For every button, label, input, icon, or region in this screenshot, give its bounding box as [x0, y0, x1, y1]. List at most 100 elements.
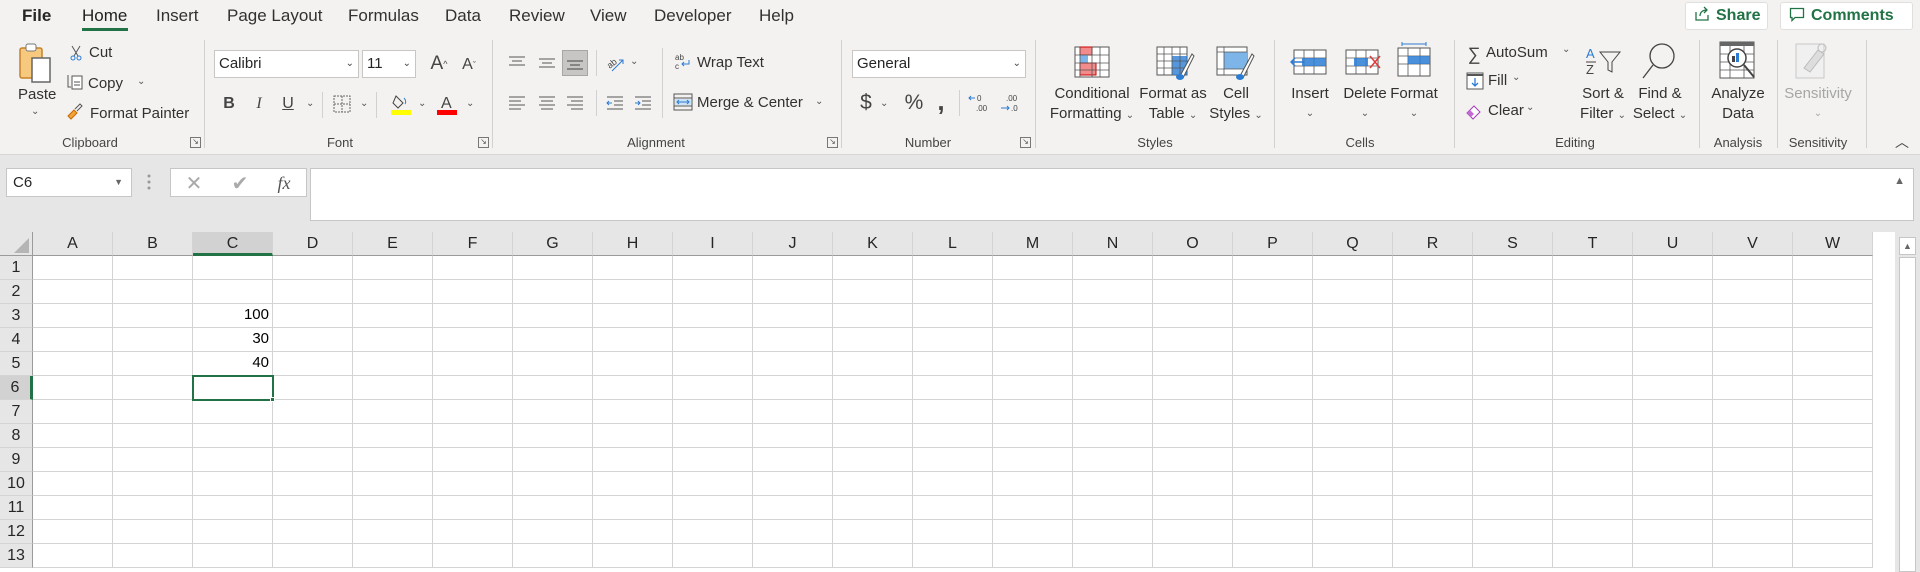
- cell-w2[interactable]: [1793, 280, 1873, 304]
- cell-k12[interactable]: [833, 520, 913, 544]
- cell-g3[interactable]: [513, 304, 593, 328]
- cell-g7[interactable]: [513, 400, 593, 424]
- cell-d13[interactable]: [273, 544, 353, 568]
- cell-f5[interactable]: [433, 352, 513, 376]
- cell-q11[interactable]: [1313, 496, 1393, 520]
- tab-file[interactable]: File: [22, 5, 51, 27]
- column-header-f[interactable]: F: [433, 232, 513, 256]
- cell-g9[interactable]: [513, 448, 593, 472]
- merge-center-dropdown-chevron[interactable]: ⌄: [815, 96, 823, 107]
- column-header-u[interactable]: U: [1633, 232, 1713, 256]
- cell-p13[interactable]: [1233, 544, 1313, 568]
- cell-a8[interactable]: [33, 424, 113, 448]
- column-header-b[interactable]: B: [113, 232, 193, 256]
- cell-e12[interactable]: [353, 520, 433, 544]
- cell-c11[interactable]: [193, 496, 273, 520]
- cell-n10[interactable]: [1073, 472, 1153, 496]
- cell-b5[interactable]: [113, 352, 193, 376]
- cell-q3[interactable]: [1313, 304, 1393, 328]
- cell-s8[interactable]: [1473, 424, 1553, 448]
- font-name-combo[interactable]: Calibri ⌄: [214, 50, 359, 78]
- italic-button[interactable]: I: [250, 92, 268, 116]
- column-header-r[interactable]: R: [1393, 232, 1473, 256]
- cell-t8[interactable]: [1553, 424, 1633, 448]
- cell-t6[interactable]: [1553, 376, 1633, 400]
- cell-q10[interactable]: [1313, 472, 1393, 496]
- cell-d3[interactable]: [273, 304, 353, 328]
- cell-e5[interactable]: [353, 352, 433, 376]
- cell-t11[interactable]: [1553, 496, 1633, 520]
- tab-developer[interactable]: Developer: [654, 5, 732, 27]
- clear-dropdown-chevron[interactable]: ⌄: [1526, 102, 1534, 113]
- cell-l13[interactable]: [913, 544, 993, 568]
- cell-s3[interactable]: [1473, 304, 1553, 328]
- fill-handle[interactable]: [270, 397, 275, 402]
- wrap-text-button[interactable]: Wrap Text: [697, 54, 764, 71]
- cell-j6[interactable]: [753, 376, 833, 400]
- cell-l1[interactable]: [913, 256, 993, 280]
- cell-h4[interactable]: [593, 328, 673, 352]
- cell-a4[interactable]: [33, 328, 113, 352]
- cell-k13[interactable]: [833, 544, 913, 568]
- cell-q5[interactable]: [1313, 352, 1393, 376]
- cell-w8[interactable]: [1793, 424, 1873, 448]
- cell-t7[interactable]: [1553, 400, 1633, 424]
- column-header-g[interactable]: G: [513, 232, 593, 256]
- fill-dropdown-chevron[interactable]: ⌄: [1512, 72, 1520, 83]
- cell-s7[interactable]: [1473, 400, 1553, 424]
- cell-l11[interactable]: [913, 496, 993, 520]
- font-color-icon[interactable]: A: [436, 92, 458, 116]
- cell-n11[interactable]: [1073, 496, 1153, 520]
- cell-m6[interactable]: [993, 376, 1073, 400]
- cell-b12[interactable]: [113, 520, 193, 544]
- comments-button[interactable]: Comments: [1780, 2, 1913, 30]
- cell-m9[interactable]: [993, 448, 1073, 472]
- cell-r9[interactable]: [1393, 448, 1473, 472]
- cell-s6[interactable]: [1473, 376, 1553, 400]
- cell-o4[interactable]: [1153, 328, 1233, 352]
- cell-p10[interactable]: [1233, 472, 1313, 496]
- cell-o10[interactable]: [1153, 472, 1233, 496]
- cell-t12[interactable]: [1553, 520, 1633, 544]
- cell-o11[interactable]: [1153, 496, 1233, 520]
- cell-n5[interactable]: [1073, 352, 1153, 376]
- cell-w6[interactable]: [1793, 376, 1873, 400]
- cell-e7[interactable]: [353, 400, 433, 424]
- cell-i11[interactable]: [673, 496, 753, 520]
- cell-h8[interactable]: [593, 424, 673, 448]
- cell-m2[interactable]: [993, 280, 1073, 304]
- cell-e13[interactable]: [353, 544, 433, 568]
- cell-r12[interactable]: [1393, 520, 1473, 544]
- cell-m5[interactable]: [993, 352, 1073, 376]
- number-format-combo[interactable]: General ⌄: [852, 50, 1026, 78]
- cell-j10[interactable]: [753, 472, 833, 496]
- cell-j13[interactable]: [753, 544, 833, 568]
- cell-f7[interactable]: [433, 400, 513, 424]
- row-header-13[interactable]: 13: [0, 544, 33, 568]
- cell-v12[interactable]: [1713, 520, 1793, 544]
- cell-v2[interactable]: [1713, 280, 1793, 304]
- cell-s2[interactable]: [1473, 280, 1553, 304]
- cell-p5[interactable]: [1233, 352, 1313, 376]
- fill-color-icon[interactable]: [390, 92, 412, 116]
- row-header-2[interactable]: 2: [0, 280, 33, 304]
- middle-align-icon[interactable]: [534, 50, 560, 76]
- cell-k5[interactable]: [833, 352, 913, 376]
- cell-c12[interactable]: [193, 520, 273, 544]
- cell-l8[interactable]: [913, 424, 993, 448]
- cell-k4[interactable]: [833, 328, 913, 352]
- cell-w10[interactable]: [1793, 472, 1873, 496]
- row-header-6[interactable]: 6: [0, 376, 33, 400]
- cell-h5[interactable]: [593, 352, 673, 376]
- cell-h6[interactable]: [593, 376, 673, 400]
- cell-u4[interactable]: [1633, 328, 1713, 352]
- cell-k7[interactable]: [833, 400, 913, 424]
- tab-page-layout[interactable]: Page Layout: [227, 5, 322, 27]
- cell-w5[interactable]: [1793, 352, 1873, 376]
- cell-c9[interactable]: [193, 448, 273, 472]
- cell-t13[interactable]: [1553, 544, 1633, 568]
- format-painter-button[interactable]: Format Painter: [90, 105, 189, 122]
- cell-m4[interactable]: [993, 328, 1073, 352]
- cell-s5[interactable]: [1473, 352, 1553, 376]
- underline-dropdown-chevron[interactable]: ⌄: [306, 98, 314, 109]
